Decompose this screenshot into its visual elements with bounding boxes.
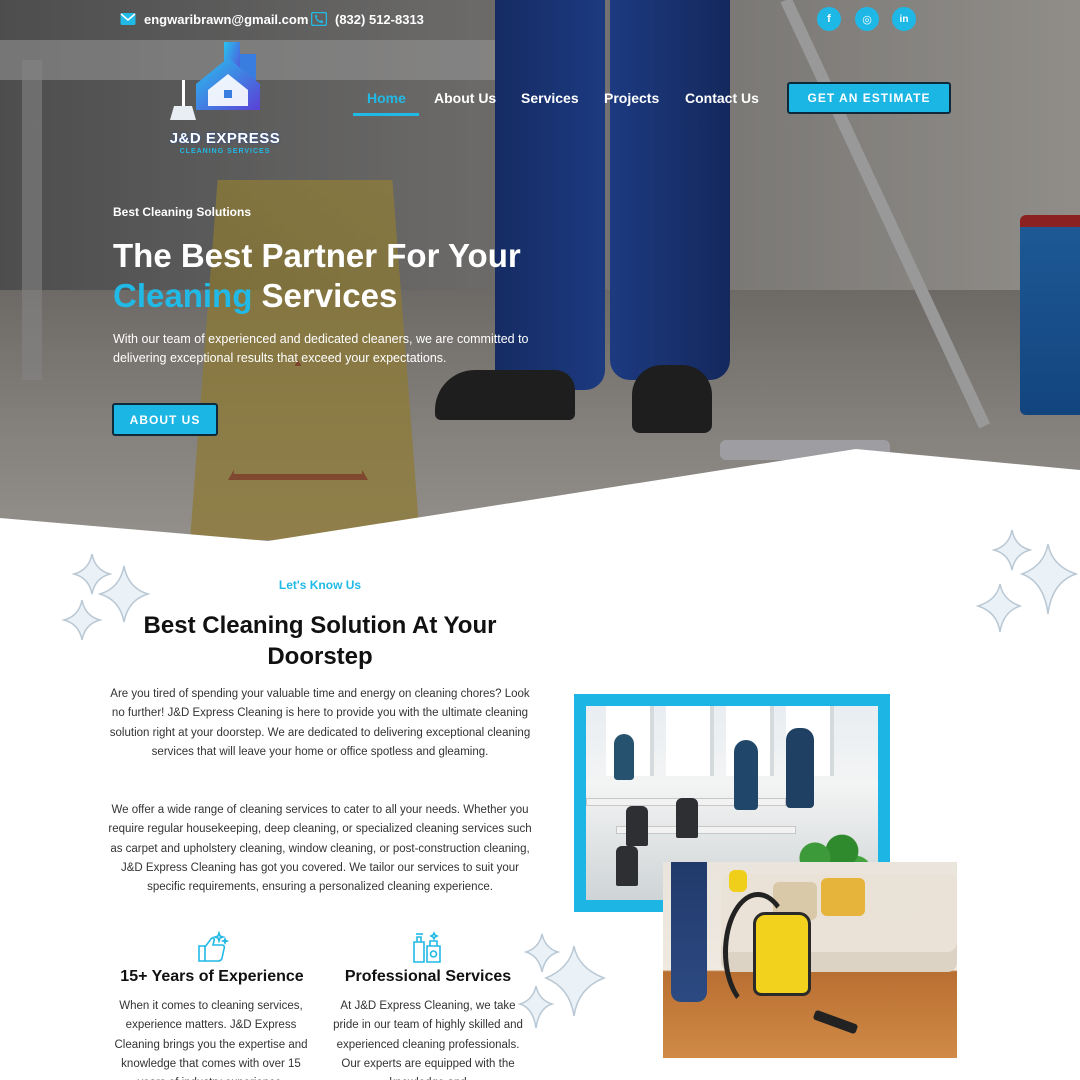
get-estimate-button[interactable]: GET AN ESTIMATE xyxy=(787,82,951,114)
hero-title: The Best Partner For Your Cleaning Servi… xyxy=(113,236,593,316)
vacuum-cleaning-photo xyxy=(663,862,957,1058)
office-chair xyxy=(616,846,638,886)
about-paragraph-2: We offer a wide range of cleaning servic… xyxy=(108,804,532,894)
nav-services[interactable]: Services xyxy=(521,90,579,106)
office-window xyxy=(666,706,714,776)
sparkle-decoration-right xyxy=(976,529,1079,633)
office-chair xyxy=(676,798,698,838)
yellow-vacuum xyxy=(753,912,811,996)
thumbs-up-sparkle-icon xyxy=(198,930,229,962)
logo-tagline-text: CLEANING SERVICES xyxy=(179,148,271,155)
office-chair xyxy=(626,806,648,846)
linkedin-icon[interactable]: in xyxy=(892,7,916,31)
cleaner-worker xyxy=(786,728,814,808)
yellow-glove xyxy=(729,870,747,892)
sparkle-decoration-middle xyxy=(517,933,607,1029)
nav-about-us[interactable]: About Us xyxy=(434,90,496,106)
nav-active-indicator xyxy=(353,113,419,116)
logo-brand-text: J&D EXPRESS xyxy=(169,130,281,147)
facebook-icon[interactable]: f xyxy=(817,7,841,31)
hero-title-rest: Services xyxy=(252,277,398,314)
about-title: Best Cleaning Solution At Your Doorstep xyxy=(143,612,497,670)
hero-kicker: Best Cleaning Solutions xyxy=(113,205,252,219)
nav-home[interactable]: Home xyxy=(367,90,406,106)
cleaning-supplies-icon xyxy=(413,931,441,963)
topbar-phone-text[interactable]: (832) 512-8313 xyxy=(335,12,424,27)
site-logo[interactable]: J&D EXPRESS CLEANING SERVICES xyxy=(158,40,292,162)
sofa-pillow xyxy=(821,878,865,916)
vacuum-nozzle xyxy=(812,1009,859,1035)
cleaner-worker xyxy=(734,740,758,810)
cleaner-legs xyxy=(671,862,707,1002)
hero-description: With our team of experienced and dedicat… xyxy=(113,332,529,365)
envelope-icon xyxy=(120,12,136,26)
about-paragraph-1: Are you tired of spending your valuable … xyxy=(109,688,531,758)
topbar-email[interactable]: engwaribrawn@gmail.com xyxy=(120,10,308,28)
nav-projects[interactable]: Projects xyxy=(604,90,659,106)
topbar-email-text[interactable]: engwaribrawn@gmail.com xyxy=(144,12,308,27)
feature-experience-title: 15+ Years of Experience xyxy=(120,968,304,985)
cleaner-worker xyxy=(614,734,634,780)
topbar-phone[interactable]: (832) 512-8313 xyxy=(311,10,424,28)
phone-icon xyxy=(311,12,327,26)
nav-contact-us[interactable]: Contact Us xyxy=(685,90,759,106)
instagram-icon[interactable]: ◎ xyxy=(855,7,879,31)
sofa-pillow xyxy=(871,876,915,914)
feature-professional-text: At J&D Express Cleaning, we take pride i… xyxy=(333,1000,523,1080)
feature-professional-title: Professional Services xyxy=(344,968,512,985)
about-us-button[interactable]: ABOUT US xyxy=(112,403,218,436)
about-kicker: Let's Know Us xyxy=(278,578,362,592)
hero-title-accent: Cleaning xyxy=(113,277,253,314)
hero-title-line1: The Best Partner For Your xyxy=(113,237,521,274)
feature-experience-text: When it comes to cleaning services, expe… xyxy=(114,1000,308,1080)
